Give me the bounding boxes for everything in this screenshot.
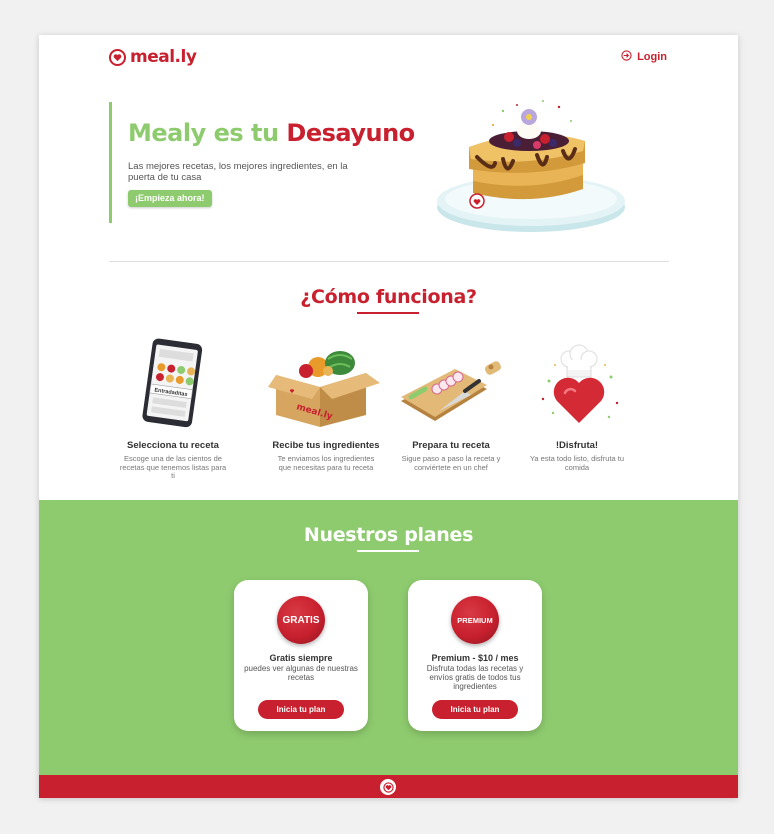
heart-logo-icon — [380, 779, 396, 795]
step-prepare-recipe: Prepara tu receta Sigue paso a paso la r… — [387, 337, 515, 472]
step-title: Selecciona tu receta — [127, 440, 219, 451]
step-description: Escoge una de las cientos de recetas que… — [119, 454, 227, 480]
step-title: Prepara tu receta — [412, 440, 490, 451]
step-title: !Disfruta! — [555, 440, 599, 451]
delivery-box-icon: meal.ly — [268, 351, 380, 427]
plans-title-underline — [357, 550, 419, 552]
step-description: Sigue paso a paso la receta y conviértet… — [401, 454, 501, 472]
section-divider — [109, 261, 669, 262]
heart-logo-icon — [109, 48, 126, 66]
step-receive-ingredients: meal.ly Recibe tus ingredientes Te envia… — [262, 337, 390, 472]
plan-name: Premium - $10 / mes — [431, 653, 519, 663]
plans-title: Nuestros planes — [303, 524, 474, 546]
hero-subtitle: Las mejores recetas, los mejores ingredi… — [128, 161, 348, 183]
hero-accent-bar — [109, 102, 112, 223]
phone-recipes-icon: Entradaditas — [142, 338, 203, 428]
step-description: Te enviamos los ingredientes que necesit… — [277, 454, 375, 472]
step-title: Recibe tus ingredientes — [272, 440, 380, 451]
hero-title: Mealy es tu Desayuno — [128, 119, 415, 147]
plan-description: Disfruta todas las recetas y envíos grat… — [426, 664, 524, 691]
hero-title-part2: Desayuno — [286, 119, 415, 147]
hero-title-part1: Mealy es tu — [128, 119, 279, 147]
waffle-plate-illustration — [437, 100, 625, 232]
step-select-recipe: Entradaditas Selecciona tu receta Escoge… — [109, 337, 237, 481]
step-enjoy: !Disfruta! Ya esta todo listo, disfruta … — [513, 337, 641, 472]
plan-card-premium: PREMIUM Premium - $10 / mes Disfruta tod… — [408, 580, 542, 731]
step-description: Ya esta todo listo, disfruta tu comida — [529, 454, 625, 472]
cutting-board-icon — [401, 361, 502, 421]
start-plan-button[interactable]: Inicia tu plan — [432, 700, 518, 719]
how-it-works-title: ¿Cómo funciona? — [300, 286, 477, 308]
start-now-button[interactable]: ¡Empieza ahora! — [128, 190, 212, 207]
plans-section: Nuestros planes GRATIS Gratis siempre pu… — [39, 500, 738, 775]
login-label: Login — [637, 51, 667, 63]
landing-page: meal.ly Login Mealy es tu Desayuno Las m… — [39, 35, 738, 798]
site-footer — [39, 775, 738, 798]
brand-name: meal.ly — [130, 47, 197, 67]
plan-description: puedes ver algunas de nuestras recetas — [244, 664, 358, 682]
chef-heart-icon — [541, 344, 619, 423]
start-plan-button[interactable]: Inicia tu plan — [258, 700, 344, 719]
title-underline — [357, 312, 419, 314]
plan-badge: PREMIUM — [451, 596, 499, 644]
brand-logo[interactable]: meal.ly — [109, 47, 197, 67]
site-header: meal.ly Login — [39, 35, 738, 85]
plan-card-free: GRATIS Gratis siempre puedes ver algunas… — [234, 580, 368, 731]
plan-badge: GRATIS — [277, 596, 325, 644]
login-link[interactable]: Login — [621, 50, 667, 64]
login-arrow-icon — [621, 50, 632, 64]
plan-name: Gratis siempre — [269, 653, 333, 663]
